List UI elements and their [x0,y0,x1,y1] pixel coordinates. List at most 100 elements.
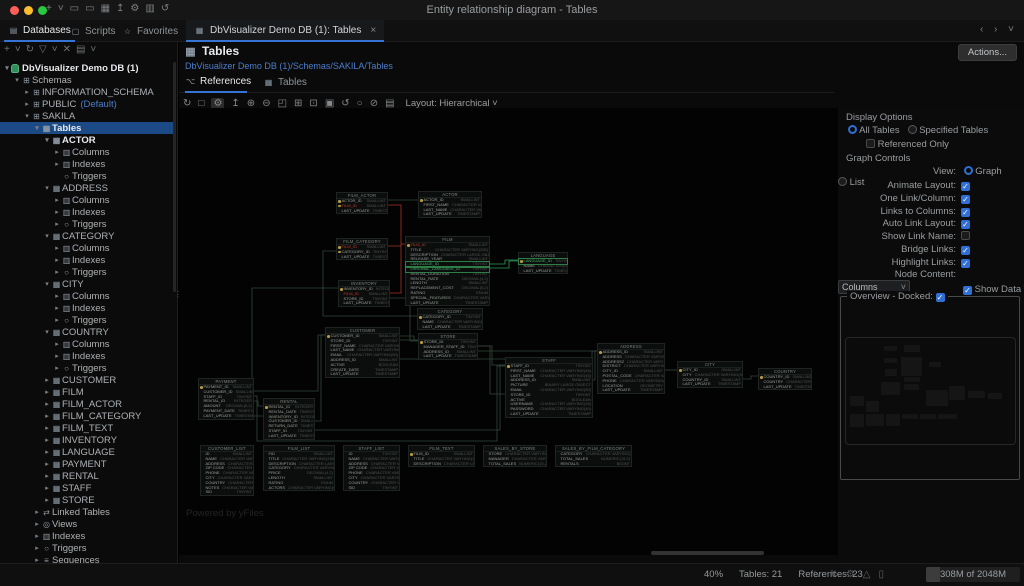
breadcrumb[interactable]: DbVisualizer Demo DB (1)/Schemas/SAKILA/… [185,61,393,71]
chevron-right-icon[interactable]: ▸ [23,100,31,108]
chevron-right-icon[interactable]: ▸ [43,424,51,432]
tree-item-columns[interactable]: ▸ ▥ Columns [0,194,174,206]
tree-item-store[interactable]: ▸ ▦ STORE [0,494,174,506]
chevron-right-icon[interactable]: ▸ [33,556,41,563]
table-node-city[interactable]: CITY CITY_ID SMALLINT CITY CHARACTER VARYING… [677,361,743,389]
chevron-right-icon[interactable]: ▸ [43,436,51,444]
tree-item-indexes[interactable]: ▸ ▥ Indexes [0,350,174,362]
tree-item-triggers[interactable]: ▸ ○ Triggers [0,314,174,326]
chevron-right-icon[interactable]: ▸ [23,88,31,96]
one-link-column-checkbox[interactable]: ✓ [961,194,970,204]
memory-indicator[interactable]: 308M of 2048M [926,567,1020,582]
chevron-down-icon[interactable]: ▾ [23,112,31,120]
tree-item-indexes[interactable]: ▸ ▥ Indexes [0,530,174,542]
table-node-film_list[interactable]: FILM_LIST FID SMALLINT TITLE CHARACTER VARYI… [263,445,335,492]
tree-item-columns[interactable]: ▸ ▥ Columns [0,146,174,158]
tab-nav-chevrons[interactable]: ‹ › ˅ [980,24,1018,35]
tree-item-language[interactable]: ▸ ▦ LANGUAGE [0,446,174,458]
chevron-down-icon[interactable]: ▾ [3,64,11,72]
tree-item-film-category[interactable]: ▸ ▦ FILM_CATEGORY [0,410,174,422]
chevron-down-icon[interactable]: ▾ [13,76,21,84]
chevron-right-icon[interactable]: ▸ [33,520,41,528]
animate-layout-checkbox[interactable]: ✓ [961,182,970,191]
actual-size-icon[interactable]: ⊡ [309,98,317,109]
auto-link-layout-checkbox[interactable]: ✓ [961,220,970,230]
tree-item-indexes[interactable]: ▸ ▥ Indexes [0,206,174,218]
layout-dropdown[interactable]: Layout: Hierarchical ˅ [406,98,498,109]
tree-item-columns[interactable]: ▸ ▥ Columns [0,290,174,302]
table-node-film_actor[interactable]: FILM_ACTOR ACTOR_ID SMALLINT FILM_ID SMALLIN… [336,192,388,215]
table-node-sales_by_film_category[interactable]: SALES_BY_FILM_CATEGORY CATEGORY CHARACTER … [555,445,632,468]
chevron-right-icon[interactable]: ▸ [53,340,61,348]
fit-content-icon[interactable]: ⊞ [294,98,302,109]
chevron-right-icon[interactable]: ▸ [53,364,61,372]
tree-item-indexes[interactable]: ▸ ▥ Indexes [0,254,174,266]
properties-icon[interactable]: ▤ [385,98,394,109]
settings-icon[interactable]: ⚙ [211,97,225,109]
chevron-down-icon[interactable]: ▾ [43,280,51,288]
chevron-right-icon[interactable]: ▸ [53,316,61,324]
chevron-right-icon[interactable]: ▸ [53,148,61,156]
chevron-right-icon[interactable]: ▸ [53,208,61,216]
chevron-right-icon[interactable]: ▸ [53,160,61,168]
table-node-store[interactable]: STORE STORE_ID TINYINT MANAGER_STAFF_ID TINY… [418,333,478,361]
sidebar-tab-scripts[interactable]: ▢ Scripts [66,20,120,42]
chevron-right-icon[interactable]: ▸ [53,196,61,204]
chevron-down-icon[interactable]: ▾ [43,184,51,192]
tree-item-inventory[interactable]: ▸ ▦ INVENTORY [0,434,174,446]
chevron-right-icon[interactable]: ▸ [43,460,51,468]
table-node-staff[interactable]: STAFF STAFF_ID TINYINT FIRST_NAME CHARACTER … [505,357,593,418]
sidebar-tab-favorites[interactable]: ☆ Favorites [118,20,182,42]
specified-tables-radio[interactable] [907,125,917,134]
all-tables-radio[interactable] [848,125,857,134]
chevron-right-icon[interactable]: ▸ [33,544,41,552]
chevron-right-icon[interactable]: ▸ [53,352,61,360]
chevron-down-icon[interactable]: ▾ [43,232,51,240]
links-to-columns-checkbox[interactable]: ✓ [961,207,970,217]
horizontal-scrollbar[interactable] [651,551,764,555]
highlight-links-checkbox[interactable]: ✓ [961,258,970,268]
tree-item-film-actor[interactable]: ▸ ▦ FILM_ACTOR [0,398,174,410]
tree-item-linked-tables[interactable]: ▸ ⇄ Linked Tables [0,506,174,518]
chevron-right-icon[interactable]: ▸ [33,532,41,540]
tree-item-tables[interactable]: ▾ ▦ Tables [0,122,174,134]
tree-item-triggers[interactable]: ○ Triggers [0,170,174,182]
tree-item-rental[interactable]: ▸ ▦ RENTAL [0,470,174,482]
chevron-right-icon[interactable]: ▸ [33,508,41,516]
table-node-category[interactable]: CATEGORY CATEGORY_ID TINYINT NAME CHARACTER … [417,308,483,331]
actions-button[interactable]: Actions... [957,44,1017,61]
table-node-inventory[interactable]: INVENTORYINVENTORY_IDINTEGERFILM_IDSMALL… [338,280,390,308]
tree-item-staff[interactable]: ▸ ▦ STAFF [0,482,174,494]
sidebar-tab-databases[interactable]: ▤ Databases [4,20,75,42]
tree-item-schemas[interactable]: ▾ ⊞ Schemas [0,74,174,86]
tree-item-category[interactable]: ▾ ▦ CATEGORY [0,230,174,242]
chevron-right-icon[interactable]: ▸ [53,292,61,300]
chevron-down-icon[interactable]: ▾ [33,124,41,132]
sidebar-scrollbar[interactable] [173,62,176,292]
chevron-right-icon[interactable]: ▸ [53,304,61,312]
tree-item-triggers[interactable]: ▸ ○ Triggers [0,542,174,554]
referenced-only-checkbox[interactable] [866,139,875,148]
tree-item-indexes[interactable]: ▸ ▥ Indexes [0,302,174,314]
view-graph-radio[interactable] [963,166,973,175]
tree-item-address[interactable]: ▾ ▦ ADDRESS [0,182,174,194]
tree-item-actor[interactable]: ▾ ▦ ACTOR [0,134,174,146]
er-diagram-canvas[interactable]: FILM_ACTOR ACTOR_ID SMALLINT FILM_ID SMALLIN… [179,108,838,555]
tree-item-payment[interactable]: ▸ ▦ PAYMENT [0,458,174,470]
tree-item-country[interactable]: ▾ ▦ COUNTRY [0,326,174,338]
close-icon[interactable]: × [370,25,376,36]
table-node-language[interactable]: LANGUAGELANGUAGE_IDTINYINTNAMECHARACTER(… [518,252,568,275]
export-icon[interactable]: ↥ [231,98,239,109]
table-node-customer[interactable]: CUSTOMER CUSTOMER_ID SMALLINT STORE_ID TINYI… [325,327,400,379]
tree-item-columns[interactable]: ▸ ▥ Columns [0,242,174,254]
chevron-right-icon[interactable]: ▸ [43,448,51,456]
chevron-right-icon[interactable]: ▸ [53,220,61,228]
table-node-payment[interactable]: PAYMENT PAYMENT_ID SMALLINT CUSTOMER_ID SMAL… [198,378,254,420]
chevron-right-icon[interactable]: ▸ [43,400,51,408]
tab-dbvisualizer-demo-db-tables[interactable]: ▦ DbVisualizer Demo DB (1): Tables × [186,20,385,42]
search-icon[interactable]: ○ [357,98,363,109]
show-data-type-checkbox[interactable]: ✓ [963,286,972,295]
table-node-film_category[interactable]: FILM_CATEGORY FILM_ID SMALLINT CATEGORY_ID T… [336,238,388,261]
zoom-marquee-icon[interactable]: ◰ [278,98,287,109]
chevron-right-icon[interactable]: ▸ [43,376,51,384]
